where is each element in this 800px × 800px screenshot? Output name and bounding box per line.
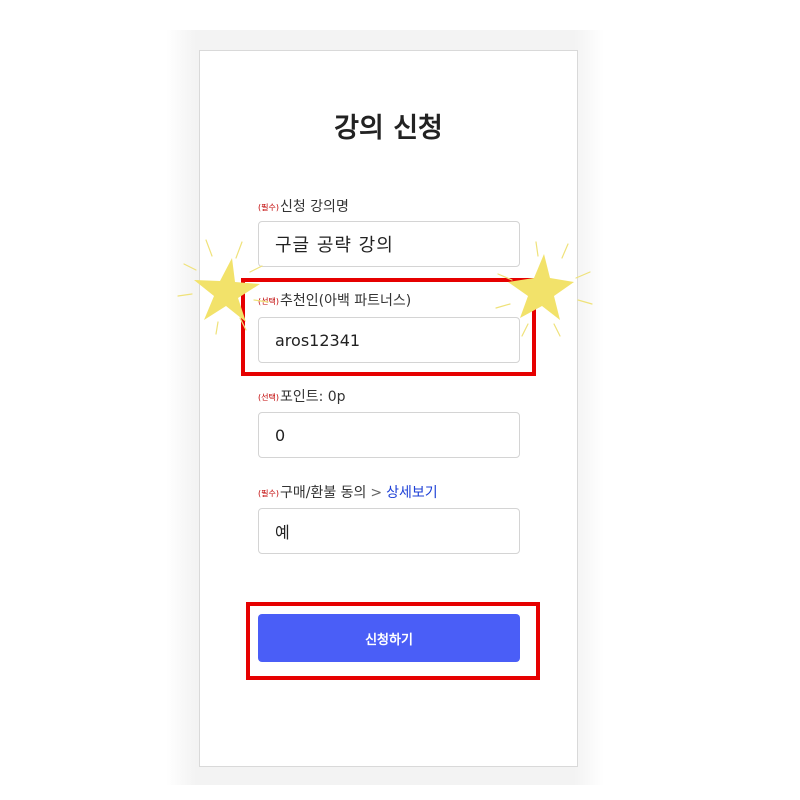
page-title: 강의 신청 (334, 113, 443, 144)
agreement-input[interactable] (258, 508, 520, 554)
points-label: (선택)포인트: 0p (258, 386, 346, 406)
points-label-text: 포인트: 0p (279, 389, 346, 405)
points-input[interactable] (258, 412, 520, 458)
submit-highlight-box (246, 602, 540, 680)
referrer-highlight-box (241, 278, 536, 376)
required-tag: (필수) (258, 203, 279, 212)
agreement-label: (필수)구매/환불 동의 > 상세보기 (258, 482, 438, 502)
course-name-label-text: 신청 강의명 (279, 199, 349, 215)
agreement-label-text: 구매/환불 동의 (279, 485, 367, 501)
course-name-input[interactable] (258, 221, 520, 267)
sparkle-star-icon (495, 241, 593, 337)
sparkle-star-icon (177, 239, 269, 335)
required-tag: (필수) (258, 489, 279, 498)
optional-tag: (선택) (258, 393, 279, 402)
course-name-label: (필수)신청 강의명 (258, 196, 349, 216)
view-details-link[interactable]: 상세보기 (386, 485, 438, 501)
agreement-separator: > (370, 485, 383, 501)
